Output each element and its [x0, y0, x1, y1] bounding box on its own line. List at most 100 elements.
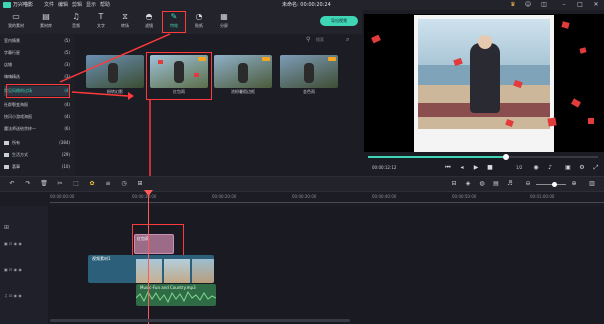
category-item[interactable]: 魔法师送给余梓一 (6): [4, 124, 70, 134]
fit-icon[interactable]: ▥: [588, 180, 596, 188]
tick-label: 00:00:00:00: [50, 194, 75, 199]
tool-label: 滤镜: [145, 23, 153, 28]
page-indicator: 1/2: [516, 165, 523, 170]
menu-help[interactable]: 帮助: [100, 1, 110, 9]
menu-edit[interactable]: 编辑: [58, 1, 68, 9]
effect-thumbnail[interactable]: [86, 55, 144, 88]
category-item[interactable]: 室内情景 (5): [4, 36, 70, 46]
menu-view[interactable]: 显示: [86, 1, 96, 9]
delete-icon[interactable]: 🗑: [40, 180, 48, 188]
category-label: 嗨嗨精选: [4, 74, 20, 79]
account-icon[interactable]: ☺: [524, 1, 532, 9]
category-count: (3): [64, 74, 70, 79]
tool-audio[interactable]: ♫ 音频: [62, 12, 90, 32]
folder-lifestyle[interactable]: 生活方式 (29): [4, 150, 70, 160]
color-icon[interactable]: ✿: [88, 180, 96, 188]
zoom-in-icon[interactable]: ⊕: [570, 180, 578, 188]
tick-label: 00:00:30:00: [292, 194, 317, 199]
effect-thumbnail[interactable]: [214, 55, 272, 88]
tool-library[interactable]: ▤ 素材库: [32, 12, 60, 32]
folder-label: 生活方式: [12, 152, 28, 157]
preview-image: [418, 19, 550, 129]
tool-label: 素材库: [40, 23, 52, 28]
category-item[interactable]: 店铺 (3): [4, 60, 70, 70]
tool-label: 我的素材: [8, 23, 24, 28]
app-name: 万兴喵影: [13, 2, 34, 8]
notification-icon[interactable]: ◫: [540, 1, 548, 9]
marker-icon[interactable]: ◈: [464, 180, 472, 188]
search-input[interactable]: 搜索: [316, 36, 340, 44]
tool-filter[interactable]: ◓ 滤镜: [135, 12, 163, 32]
progress-fill: [368, 156, 506, 158]
zoom-handle[interactable]: [552, 182, 557, 187]
category-item[interactable]: 社群裂变海报 (4): [4, 100, 70, 110]
category-label: 店铺: [4, 62, 12, 67]
folder-icon: [4, 153, 9, 157]
library-icon: ▤: [42, 12, 50, 21]
maximize-icon[interactable]: □: [576, 1, 584, 9]
tick-label: 00:00:40:00: [372, 194, 397, 199]
folder-celebration[interactable]: 喜事 (10): [4, 162, 70, 172]
speed-icon[interactable]: ◷: [120, 180, 128, 188]
menu-clip[interactable]: 剪辑: [72, 1, 82, 9]
track-controls-audio[interactable]: ♫ ⊡ ◉ ◉: [4, 292, 44, 300]
cut-icon[interactable]: ✂: [56, 180, 64, 188]
add-track-icon[interactable]: ⊞: [4, 224, 12, 232]
category-item[interactable]: 字幕行星 (5): [4, 48, 70, 58]
app-logo-icon: [3, 2, 11, 8]
stop-icon[interactable]: ■: [486, 164, 494, 172]
frame-back-icon[interactable]: ◂: [458, 164, 466, 172]
tick-label: 00:01:00:00: [530, 194, 555, 199]
minimize-icon[interactable]: –: [560, 1, 568, 9]
search-icon[interactable]: ⌕: [346, 36, 354, 44]
category-item[interactable]: 快闪小游戏海报 (4): [4, 112, 70, 122]
step-back-icon[interactable]: ⏮: [444, 164, 452, 172]
music-icon: ♫: [72, 12, 80, 21]
track-controls-video[interactable]: ▣ ⊡ ◉ ◉: [4, 266, 44, 274]
voiceover-icon[interactable]: ▤: [492, 180, 500, 188]
tool-sticker[interactable]: ◔ 贴纸: [185, 12, 213, 32]
ruler-line: [50, 202, 604, 203]
category-label: 魔法师送给余梓一: [4, 126, 36, 131]
zoom-out-icon[interactable]: ⊖: [524, 180, 532, 188]
folder-icon: [4, 165, 9, 169]
mixer-icon[interactable]: ♬: [506, 180, 514, 188]
category-item[interactable]: 嗨嗨精选 (3): [4, 72, 70, 82]
fullscreen-icon[interactable]: ⤢: [592, 164, 600, 172]
category-label: 字幕行星: [4, 50, 20, 55]
record-icon[interactable]: ◍: [478, 180, 486, 188]
category-count: (5): [64, 38, 70, 43]
close-icon[interactable]: ✕: [592, 1, 600, 9]
split-icon[interactable]: ⊞: [136, 180, 144, 188]
audio-adjust-icon[interactable]: ≡: [104, 180, 112, 188]
menu-file[interactable]: 文件: [44, 1, 54, 9]
folder-count: (29): [61, 152, 70, 157]
folder-all[interactable]: 所有 (384): [4, 138, 70, 148]
filter-icon: ◓: [145, 12, 153, 21]
volume-icon[interactable]: ♪: [546, 164, 554, 172]
split-screen-icon: ▦: [220, 12, 228, 21]
progress-handle[interactable]: [503, 154, 509, 160]
track-controls-effect[interactable]: ▣ ⊡ ◉ ◉: [4, 240, 44, 248]
undo-icon[interactable]: ↶: [8, 180, 16, 188]
folder-icon: ▭: [12, 12, 20, 21]
render-icon[interactable]: ⊟: [450, 180, 458, 188]
tool-split-screen[interactable]: ▦ 分屏: [210, 12, 238, 32]
playhead[interactable]: [148, 190, 149, 324]
effect-thumbnail[interactable]: [280, 55, 338, 88]
snapshot-icon[interactable]: ▣: [564, 164, 572, 172]
horizontal-scrollbar[interactable]: [50, 319, 350, 322]
filter-icon[interactable]: ⚲: [306, 36, 314, 44]
crown-icon[interactable]: ♛: [508, 1, 518, 9]
zoom-slider[interactable]: [536, 184, 566, 185]
tool-my-media[interactable]: ▭ 我的素材: [2, 12, 30, 32]
redo-icon[interactable]: ↷: [24, 180, 32, 188]
settings-icon[interactable]: ⚙: [578, 164, 586, 172]
camera-icon[interactable]: ◉: [532, 164, 540, 172]
play-icon[interactable]: ▶: [472, 164, 480, 172]
crop-icon[interactable]: ⬚: [72, 180, 80, 188]
export-button[interactable]: 导出视频: [320, 16, 358, 26]
folder-count: (384): [59, 140, 70, 145]
category-count: (3): [64, 62, 70, 67]
document-title: 未命名: 00:00:20:24: [282, 2, 331, 8]
